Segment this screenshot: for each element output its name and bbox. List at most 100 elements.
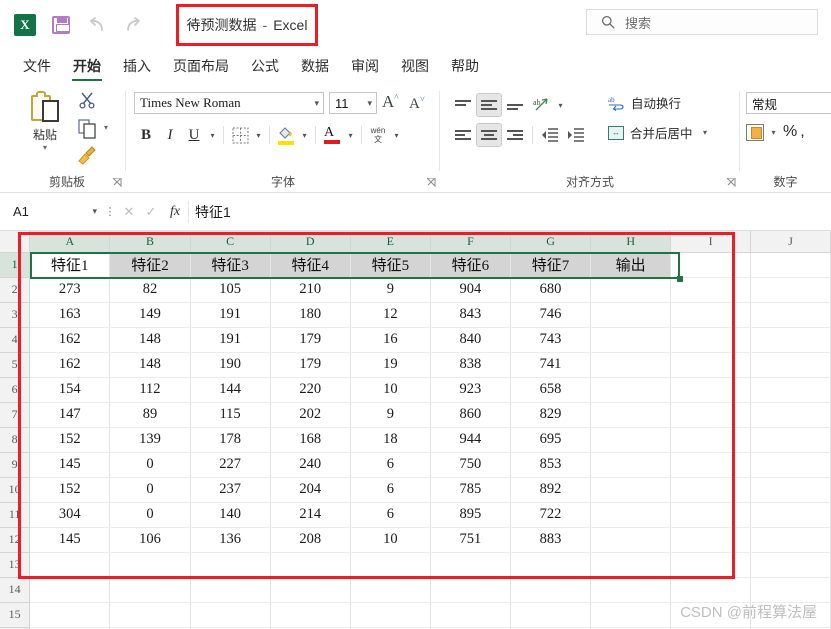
cell-g15[interactable] xyxy=(510,602,592,628)
tab-formulas[interactable]: 公式 xyxy=(240,53,290,81)
copy-caret-icon[interactable]: ▾ xyxy=(104,123,108,132)
column-header-a[interactable]: A xyxy=(29,231,111,253)
column-header-e[interactable]: E xyxy=(350,231,431,253)
row-header-8[interactable]: 8 xyxy=(0,427,31,453)
cell-i5[interactable] xyxy=(670,352,752,378)
row-header-7[interactable]: 7 xyxy=(0,402,31,428)
cell-i10[interactable] xyxy=(670,477,752,503)
cell-f12[interactable]: 751 xyxy=(430,527,511,553)
cell-e4[interactable]: 16 xyxy=(350,327,431,353)
cell-g5[interactable]: 741 xyxy=(510,352,592,378)
cell-f11[interactable]: 895 xyxy=(430,502,511,528)
cell-h4[interactable] xyxy=(590,327,672,353)
cell-g7[interactable]: 829 xyxy=(510,402,592,428)
tab-data[interactable]: 数据 xyxy=(290,53,340,81)
name-box-caret-icon[interactable]: ▾ xyxy=(92,206,97,217)
formula-input[interactable]: 特征1 xyxy=(188,200,831,223)
cell-i4[interactable] xyxy=(670,327,752,353)
cell-a2[interactable]: 273 xyxy=(29,277,111,303)
undo-icon[interactable] xyxy=(86,14,108,36)
tab-page-layout[interactable]: 页面布局 xyxy=(162,53,240,81)
cell-i9[interactable] xyxy=(670,452,752,478)
cell-b1[interactable]: 特征2 xyxy=(109,252,191,278)
align-center-icon[interactable] xyxy=(476,123,502,147)
column-header-c[interactable]: C xyxy=(190,231,271,253)
cell-j13[interactable] xyxy=(750,552,831,578)
orientation-caret-icon[interactable]: ▾ xyxy=(554,101,567,110)
cell-j4[interactable] xyxy=(750,327,831,353)
cell-d2[interactable]: 210 xyxy=(270,277,351,303)
phonetic-caret-icon[interactable]: ▾ xyxy=(390,131,403,140)
cell-j7[interactable] xyxy=(750,402,831,428)
cell-j2[interactable] xyxy=(750,277,831,303)
cell-i11[interactable] xyxy=(670,502,752,528)
cell-e10[interactable]: 6 xyxy=(350,477,431,503)
borders-icon[interactable] xyxy=(228,123,252,147)
cell-f5[interactable]: 838 xyxy=(430,352,511,378)
cell-c9[interactable]: 227 xyxy=(190,452,271,478)
cell-i1[interactable] xyxy=(670,252,752,278)
cell-d4[interactable]: 179 xyxy=(270,327,351,353)
cell-i6[interactable] xyxy=(670,377,752,403)
cell-b10[interactable]: 0 xyxy=(109,477,191,503)
cell-a7[interactable]: 147 xyxy=(29,402,111,428)
fill-color-caret-icon[interactable]: ▾ xyxy=(298,131,311,140)
cell-d8[interactable]: 168 xyxy=(270,427,351,453)
cell-a9[interactable]: 145 xyxy=(29,452,111,478)
column-header-d[interactable]: D xyxy=(270,231,351,253)
cell-g3[interactable]: 746 xyxy=(510,302,592,328)
cell-i8[interactable] xyxy=(670,427,752,453)
column-header-g[interactable]: G xyxy=(510,231,592,253)
row-header-9[interactable]: 9 xyxy=(0,452,31,478)
text-orientation-icon[interactable]: ab xyxy=(528,93,554,117)
decrease-indent-icon[interactable] xyxy=(537,123,563,147)
cell-g4[interactable]: 743 xyxy=(510,327,592,353)
formula-bar-more-icon[interactable]: ⋮ xyxy=(102,205,118,218)
format-painter-icon[interactable] xyxy=(76,145,98,170)
percent-style-button[interactable]: % xyxy=(783,123,797,141)
cell-g8[interactable]: 695 xyxy=(510,427,592,453)
cell-h14[interactable] xyxy=(590,577,672,603)
cell-e14[interactable] xyxy=(350,577,431,603)
tab-view[interactable]: 视图 xyxy=(390,53,440,81)
borders-caret-icon[interactable]: ▾ xyxy=(252,131,265,140)
cell-e9[interactable]: 6 xyxy=(350,452,431,478)
cell-j5[interactable] xyxy=(750,352,831,378)
row-header-11[interactable]: 11 xyxy=(0,502,31,528)
cell-g10[interactable]: 892 xyxy=(510,477,592,503)
cell-e15[interactable] xyxy=(350,602,431,628)
cell-h11[interactable] xyxy=(590,502,672,528)
italic-button[interactable]: I xyxy=(158,123,182,147)
cell-f13[interactable] xyxy=(430,552,511,578)
cell-c5[interactable]: 190 xyxy=(190,352,271,378)
cell-e5[interactable]: 19 xyxy=(350,352,431,378)
cell-a5[interactable]: 162 xyxy=(29,352,111,378)
cell-a3[interactable]: 163 xyxy=(29,302,111,328)
insert-function-icon[interactable]: fx xyxy=(162,204,188,220)
cell-h10[interactable] xyxy=(590,477,672,503)
cell-d5[interactable]: 179 xyxy=(270,352,351,378)
cell-j10[interactable] xyxy=(750,477,831,503)
cell-g1[interactable]: 特征7 xyxy=(510,252,592,278)
cell-h8[interactable] xyxy=(590,427,672,453)
cell-c13[interactable] xyxy=(190,552,271,578)
phonetic-guide-icon[interactable]: wén 文 xyxy=(366,123,390,147)
cell-f9[interactable]: 750 xyxy=(430,452,511,478)
cell-g12[interactable]: 883 xyxy=(510,527,592,553)
cell-d9[interactable]: 240 xyxy=(270,452,351,478)
cell-a10[interactable]: 152 xyxy=(29,477,111,503)
cell-d6[interactable]: 220 xyxy=(270,377,351,403)
cell-d3[interactable]: 180 xyxy=(270,302,351,328)
paste-caret-icon[interactable]: ▾ xyxy=(18,143,72,152)
cell-f10[interactable]: 785 xyxy=(430,477,511,503)
cell-d13[interactable] xyxy=(270,552,351,578)
cell-j9[interactable] xyxy=(750,452,831,478)
cell-j12[interactable] xyxy=(750,527,831,553)
cell-a4[interactable]: 162 xyxy=(29,327,111,353)
cell-a6[interactable]: 154 xyxy=(29,377,111,403)
align-bottom-icon[interactable] xyxy=(502,93,528,117)
cell-f2[interactable]: 904 xyxy=(430,277,511,303)
cell-g9[interactable]: 853 xyxy=(510,452,592,478)
cell-d7[interactable]: 202 xyxy=(270,402,351,428)
comma-style-button[interactable]: , xyxy=(800,123,804,141)
